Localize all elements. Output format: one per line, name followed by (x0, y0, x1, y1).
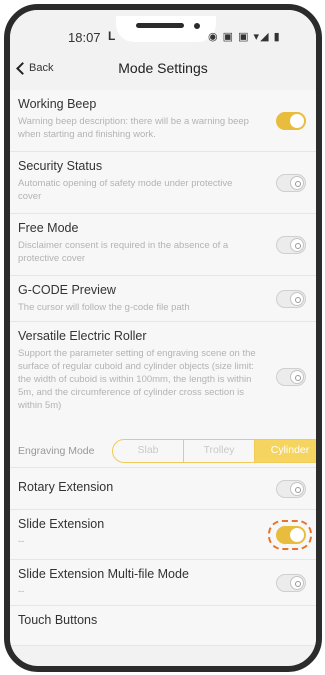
page-title: Mode Settings (118, 60, 208, 76)
notch-speaker (136, 23, 184, 28)
toggle-knob (290, 576, 304, 590)
toggle-knob (290, 238, 304, 252)
slide-extension-toggle[interactable] (276, 526, 306, 544)
engraving-mode-row: Engraving Mode Slab Trolley Cylinder (10, 434, 316, 468)
gcode-preview-toggle[interactable] (276, 290, 306, 308)
camera-notch (116, 16, 216, 42)
engraving-mode-label: Engraving Mode (18, 445, 95, 457)
setting-slide-extension: Slide Extension -- (10, 510, 316, 560)
toggle-knob (290, 114, 304, 128)
notch-camera-dot (194, 23, 200, 29)
toggle-knob (290, 176, 304, 190)
free-mode-toggle[interactable] (276, 236, 306, 254)
versatile-electric-roller-toggle[interactable] (276, 368, 306, 386)
setting-working-beep: Working Beep Warning beep description: t… (10, 90, 316, 152)
nav-bar: Back Mode Settings (10, 52, 316, 86)
setting-description: Disclaimer consent is required in the ab… (18, 240, 229, 264)
toggle-knob (290, 528, 304, 542)
setting-title: Slide Extension (18, 517, 105, 531)
setting-title: Security Status (18, 159, 103, 173)
segment-cylinder[interactable]: Cylinder (255, 440, 316, 462)
status-bar: 18:07 L ◉ ▣ ▣ ▾◢ ▮ (10, 10, 316, 52)
setting-description: Automatic opening of safety mode under p… (18, 178, 233, 202)
toggle-knob (290, 482, 304, 496)
setting-touch-buttons: Touch Buttons (10, 606, 316, 646)
working-beep-toggle[interactable] (276, 112, 306, 130)
setting-description: Warning beep description: there will be … (18, 116, 249, 140)
rotary-extension-toggle[interactable] (276, 480, 306, 498)
security-status-toggle[interactable] (276, 174, 306, 192)
setting-slide-extension-multi-file: Slide Extension Multi-file Mode -- (10, 560, 316, 606)
setting-free-mode: Free Mode Disclaimer consent is required… (10, 214, 316, 276)
carrier-glyph: L (108, 29, 116, 43)
setting-description: -- (18, 586, 25, 597)
setting-gcode-preview: G-CODE Preview The cursor will follow th… (10, 276, 316, 322)
phone-frame: 18:07 L ◉ ▣ ▣ ▾◢ ▮ Back Mode Settings Wo… (4, 4, 322, 672)
setting-description: -- (18, 536, 25, 547)
setting-security-status: Security Status Automatic opening of saf… (10, 152, 316, 214)
setting-description: Support the parameter setting of engravi… (18, 348, 256, 411)
setting-rotary-extension: Rotary Extension (10, 468, 316, 510)
segment-slab[interactable]: Slab (113, 440, 184, 462)
setting-title: Touch Buttons (18, 613, 98, 627)
status-icons: ◉ ▣ ▣ ▾◢ ▮ (208, 31, 281, 43)
setting-description: The cursor will follow the g-code file p… (18, 302, 190, 313)
setting-title: Free Mode (18, 221, 79, 235)
slide-extension-multi-file-toggle[interactable] (276, 574, 306, 592)
status-time: 18:07 (68, 30, 101, 45)
toggle-knob (290, 370, 304, 384)
settings-list: Working Beep Warning beep description: t… (10, 90, 316, 646)
setting-title: G-CODE Preview (18, 283, 116, 297)
engraving-mode-segmented-control: Slab Trolley Cylinder (112, 439, 316, 463)
setting-title: Working Beep (18, 97, 97, 111)
setting-title: Slide Extension Multi-file Mode (18, 567, 189, 581)
setting-versatile-electric-roller: Versatile Electric Roller Support the pa… (10, 322, 316, 434)
setting-title: Rotary Extension (18, 480, 114, 494)
segment-trolley[interactable]: Trolley (184, 440, 255, 462)
toggle-knob (290, 292, 304, 306)
setting-title: Versatile Electric Roller (18, 329, 147, 343)
